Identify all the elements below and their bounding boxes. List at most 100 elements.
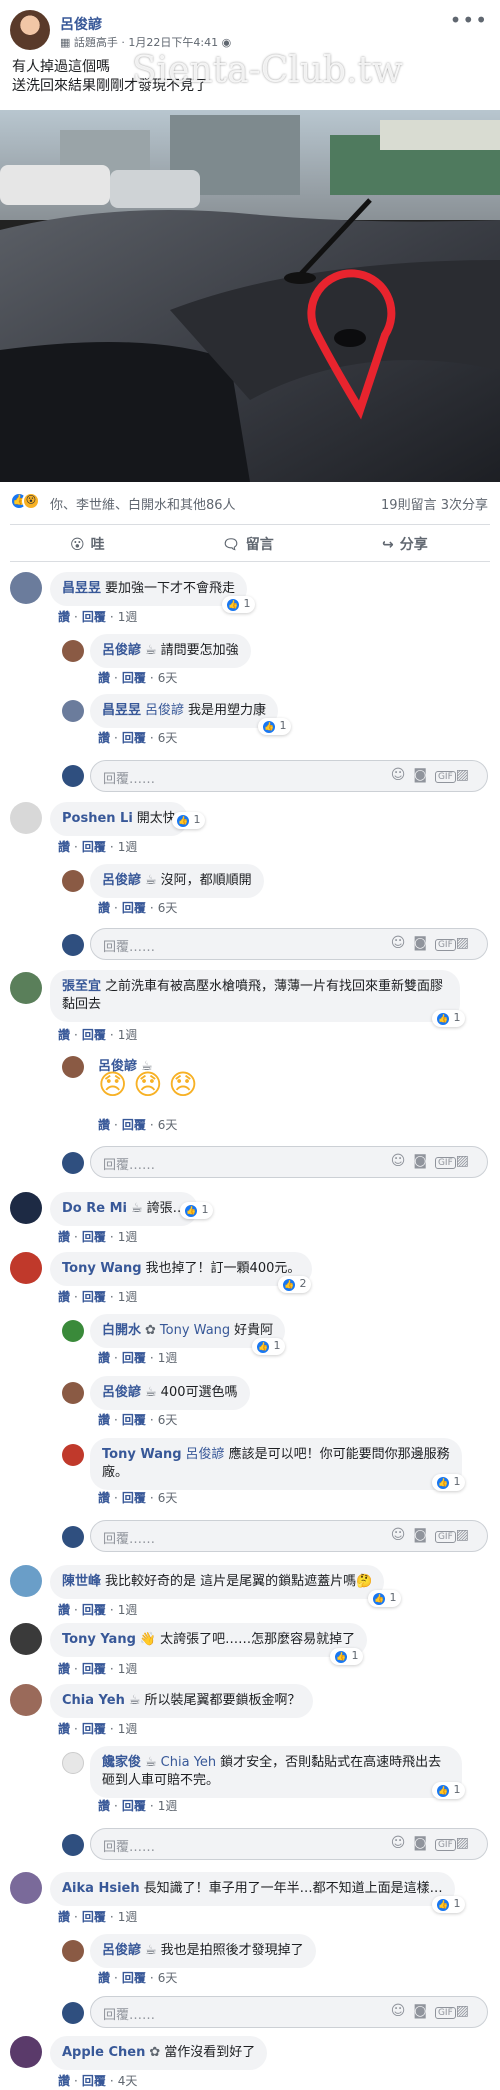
- like-link[interactable]: 讚: [98, 1971, 110, 1985]
- reply-input[interactable]: 回覆…… ☺◙ GIF ▨: [90, 760, 488, 792]
- reply-link[interactable]: 回覆: [82, 610, 106, 624]
- comment-author[interactable]: Tony Yang: [62, 1632, 136, 1647]
- reply-link[interactable]: 回覆: [122, 1413, 146, 1427]
- avatar[interactable]: [62, 1056, 84, 1078]
- comment-author[interactable]: Aika Hsieh: [62, 1881, 140, 1896]
- comment-like-count[interactable]: 👍 1: [432, 1010, 465, 1027]
- emoji-icon[interactable]: ☺: [391, 1153, 414, 1169]
- reply-link[interactable]: 回覆: [122, 1491, 146, 1505]
- emoji-icon[interactable]: ☺: [391, 2003, 414, 2019]
- comment-author[interactable]: 昌昱昱: [102, 703, 141, 718]
- like-link[interactable]: 讚: [58, 1230, 70, 1244]
- emoji-icon[interactable]: ☺: [391, 767, 414, 783]
- avatar[interactable]: [62, 1444, 84, 1466]
- comment-button[interactable]: 🗨 留言: [222, 534, 274, 554]
- comment-time[interactable]: 1週: [118, 1230, 138, 1244]
- reply-input[interactable]: 回覆…… ☺◙ GIF ▨: [90, 928, 488, 960]
- reply-input[interactable]: 回覆…… ☺◙ GIF ▨: [90, 1996, 488, 2028]
- like-link[interactable]: 讚: [58, 2074, 70, 2088]
- comment-like-count[interactable]: 👍 2: [278, 1276, 311, 1293]
- tagged-user[interactable]: 呂俊諺: [145, 703, 184, 718]
- tagged-user[interactable]: 呂俊諺: [186, 1447, 225, 1462]
- reply-link[interactable]: 回覆: [82, 1910, 106, 1924]
- avatar[interactable]: [62, 1320, 84, 1342]
- reply-input[interactable]: 回覆…… ☺◙ GIF ▨: [90, 1520, 488, 1552]
- comment-author[interactable]: 呂俊諺: [102, 1943, 141, 1958]
- comment-like-count[interactable]: 👍 1: [172, 812, 205, 829]
- comment-like-count[interactable]: 👍 1: [432, 1896, 465, 1913]
- avatar[interactable]: [62, 1382, 84, 1404]
- comment-time[interactable]: 1週: [118, 1603, 138, 1617]
- like-link[interactable]: 讚: [58, 1028, 70, 1042]
- avatar[interactable]: [10, 2036, 42, 2068]
- comment-author[interactable]: 饞家俊: [102, 1755, 141, 1770]
- comment-time[interactable]: 6天: [158, 1491, 178, 1505]
- comment-author[interactable]: 白開水: [102, 1323, 141, 1338]
- gif-icon[interactable]: GIF: [434, 1531, 456, 1543]
- comment-time[interactable]: 1週: [118, 1028, 138, 1042]
- comment-author[interactable]: 張至宜: [62, 979, 101, 994]
- gif-icon[interactable]: GIF: [434, 1157, 456, 1169]
- like-link[interactable]: 讚: [58, 1662, 70, 1676]
- comment-author[interactable]: 陳世峰: [62, 1574, 101, 1589]
- reply-link[interactable]: 回覆: [82, 1662, 106, 1676]
- gif-icon[interactable]: GIF: [434, 771, 456, 783]
- comment-time[interactable]: 1週: [118, 1910, 138, 1924]
- tagged-user[interactable]: Tony Wang: [160, 1323, 230, 1338]
- comment-like-count[interactable]: 👍 1: [222, 596, 255, 613]
- comment-author[interactable]: Poshen Li: [62, 811, 133, 826]
- reply-link[interactable]: 回覆: [82, 1722, 106, 1736]
- comments-count[interactable]: 19則留言: [381, 498, 437, 513]
- comment-like-count[interactable]: 👍 1: [180, 1202, 213, 1219]
- emoji-icon[interactable]: ☺: [391, 935, 414, 951]
- comment-author[interactable]: 呂俊諺: [102, 1385, 141, 1400]
- comment-time[interactable]: 6天: [158, 1971, 178, 1985]
- camera-icon[interactable]: ◙: [413, 935, 435, 951]
- comment-author[interactable]: 昌昱昱: [62, 581, 101, 596]
- reply-link[interactable]: 回覆: [122, 901, 146, 915]
- like-link[interactable]: 讚: [58, 1722, 70, 1736]
- post-photo[interactable]: [0, 110, 500, 482]
- comment-time[interactable]: 6天: [158, 731, 178, 745]
- avatar[interactable]: [62, 1752, 84, 1774]
- avatar[interactable]: [62, 640, 84, 662]
- share-button[interactable]: ↪ 分享: [382, 534, 428, 554]
- tagged-user[interactable]: Chia Yeh: [161, 1755, 216, 1770]
- avatar[interactable]: [10, 572, 42, 604]
- comment-author[interactable]: Do Re Mi: [62, 1201, 127, 1216]
- sticker-icon[interactable]: ▨: [456, 767, 477, 783]
- like-link[interactable]: 讚: [58, 1603, 70, 1617]
- avatar[interactable]: [62, 700, 84, 722]
- reply-link[interactable]: 回覆: [82, 1603, 106, 1617]
- like-link[interactable]: 讚: [98, 731, 110, 745]
- reply-input[interactable]: 回覆…… ☺◙ GIF ▨: [90, 1828, 488, 1860]
- post-author[interactable]: 呂俊諺: [60, 14, 102, 34]
- reply-link[interactable]: 回覆: [122, 1799, 146, 1813]
- avatar[interactable]: [10, 802, 42, 834]
- sticker-icon[interactable]: ▨: [456, 935, 477, 951]
- comment-time[interactable]: 1週: [158, 1799, 178, 1813]
- like-link[interactable]: 讚: [98, 1118, 110, 1132]
- comment-time[interactable]: 1週: [118, 1722, 138, 1736]
- sticker-icon[interactable]: ▨: [456, 1835, 477, 1851]
- avatar[interactable]: [10, 1565, 42, 1597]
- like-link[interactable]: 讚: [98, 1351, 110, 1365]
- reaction-summary[interactable]: 你、李世維、白開水和其他86人: [50, 494, 236, 513]
- sticker-icon[interactable]: ▨: [456, 1527, 477, 1543]
- author-avatar[interactable]: [10, 10, 50, 50]
- comment-time[interactable]: 6天: [158, 1118, 178, 1132]
- like-link[interactable]: 讚: [98, 901, 110, 915]
- avatar[interactable]: [10, 1684, 42, 1716]
- comment-author[interactable]: 呂俊諺: [102, 643, 141, 658]
- comment-like-count[interactable]: 👍 1: [368, 1590, 401, 1607]
- comment-like-count[interactable]: 👍 1: [252, 1338, 285, 1355]
- reply-link[interactable]: 回覆: [122, 731, 146, 745]
- comment-like-count[interactable]: 👍 1: [258, 718, 291, 735]
- comment-time[interactable]: 1週: [118, 840, 138, 854]
- comment-time[interactable]: 1週: [118, 1290, 138, 1304]
- emoji-icon[interactable]: ☺: [391, 1527, 414, 1543]
- comment-time[interactable]: 4天: [118, 2074, 138, 2088]
- camera-icon[interactable]: ◙: [413, 2003, 435, 2019]
- avatar[interactable]: [10, 972, 42, 1004]
- comment-like-count[interactable]: 👍 1: [432, 1782, 465, 1799]
